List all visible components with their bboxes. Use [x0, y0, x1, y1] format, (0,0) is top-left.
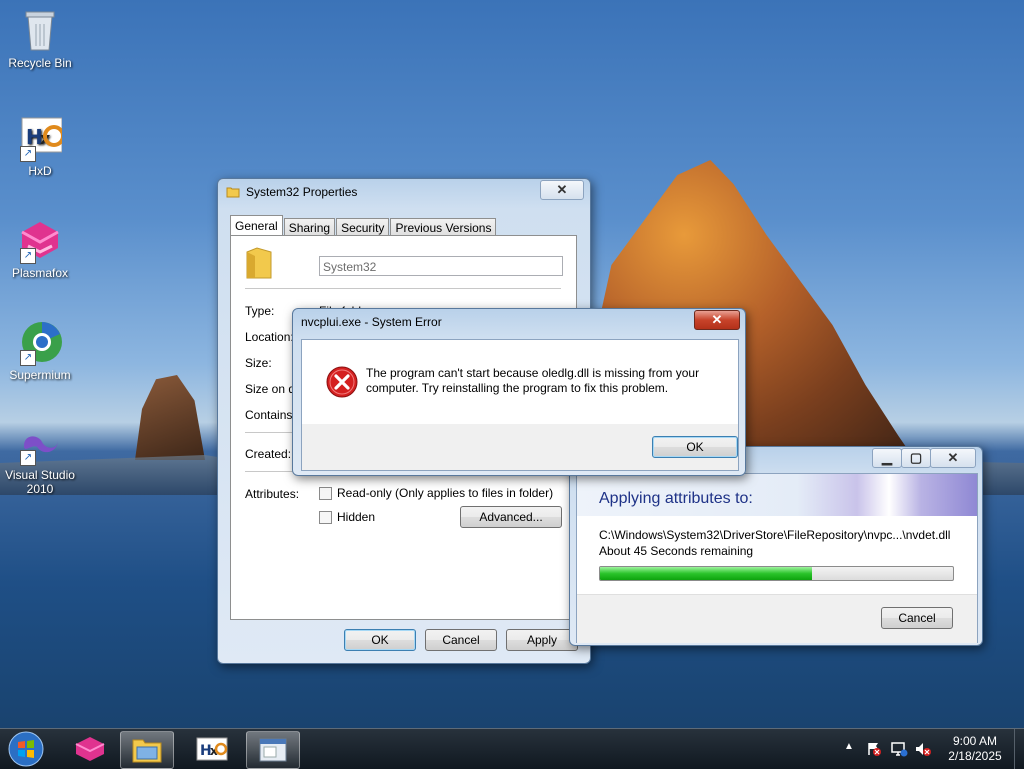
readonly-checkbox[interactable]: Read-only (Only applies to files in fold…	[319, 486, 554, 501]
cancel-button[interactable]: Cancel	[425, 629, 497, 651]
taskbar-properties-window[interactable]	[246, 731, 300, 769]
error-dialog: nvcplui.exe - System Error ✕ The program…	[292, 308, 746, 476]
start-button[interactable]	[6, 730, 46, 768]
desktop: Recycle Bin Hx ↗ HxD ↗ Plasmafox ↗ Super…	[0, 0, 1024, 728]
created-label: Created:	[245, 447, 292, 461]
small-rock	[135, 375, 205, 460]
desktop-icon-plasmafox[interactable]: ↗ Plasmafox	[0, 218, 80, 280]
desktop-icon-visual-studio[interactable]: ↗ Visual Studio 2010	[0, 428, 80, 496]
desktop-icon-supermium[interactable]: ↗ Supermium	[0, 320, 80, 382]
progress-heading: Applying attributes to:	[599, 490, 753, 507]
contains-label: Contains:	[245, 408, 296, 422]
minimize-icon[interactable]: ▁	[872, 448, 902, 468]
desktop-icon-label: HxD	[28, 164, 52, 178]
applying-attributes-window: ▁ ▢ ✕ Applying attributes to: C:\Windows…	[569, 446, 983, 646]
shortcut-arrow-icon: ↗	[20, 450, 36, 466]
clock-date: 2/18/2025	[948, 749, 1002, 763]
error-message: The program can't start because oledlg.d…	[366, 366, 700, 395]
desktop-icon-label: Supermium	[9, 368, 71, 382]
desktop-icon-label: Recycle Bin	[8, 56, 72, 70]
attributes-label: Attributes:	[245, 487, 300, 501]
properties-titlebar[interactable]: System32 Properties ✕	[218, 179, 590, 205]
desktop-icon-label: Plasmafox	[11, 266, 69, 280]
desktop-icon-hxd[interactable]: Hx ↗ HxD	[0, 116, 80, 178]
window-icon	[259, 738, 287, 762]
close-icon[interactable]: ✕	[694, 310, 740, 330]
progress-bar-fill	[600, 567, 812, 580]
clock-time: 9:00 AM	[952, 734, 998, 748]
close-icon[interactable]: ✕	[540, 180, 584, 200]
explorer-icon	[132, 739, 162, 763]
folder-large-icon	[245, 246, 273, 283]
show-hidden-icons[interactable]: ▲	[844, 741, 854, 752]
shortcut-arrow-icon: ↗	[20, 248, 36, 264]
taskbar: Hx ▲ 9:00 AM 2/18/2025	[0, 728, 1024, 769]
folder-icon	[226, 185, 240, 202]
shortcut-arrow-icon: ↗	[20, 350, 36, 366]
maximize-icon[interactable]: ▢	[901, 448, 931, 468]
location-label: Location:	[245, 330, 294, 344]
plasmafox-icon	[75, 737, 105, 761]
visual-studio-icon: ↗	[18, 428, 62, 466]
show-desktop-button[interactable]	[1014, 729, 1024, 769]
progress-path: C:\Windows\System32\DriverStore\FileRepo…	[599, 528, 951, 542]
ok-button[interactable]: OK	[344, 629, 416, 651]
volume-muted-icon[interactable]	[914, 741, 932, 760]
taskbar-explorer[interactable]	[120, 731, 174, 769]
properties-title: System32 Properties	[246, 185, 358, 199]
action-center-icon[interactable]	[866, 741, 882, 760]
time-remaining: About 45 Seconds remaining	[599, 544, 754, 558]
recycle-bin-icon	[18, 8, 62, 52]
close-icon[interactable]: ✕	[930, 448, 976, 468]
plasmafox-icon: ↗	[18, 218, 62, 264]
type-label: Type:	[245, 304, 275, 318]
hidden-checkbox[interactable]: Hidden	[319, 510, 376, 525]
size-label: Size:	[245, 356, 272, 370]
folder-name-field[interactable]: System32	[319, 256, 563, 276]
hxd-icon: Hx ↗	[18, 116, 65, 162]
taskbar-hxd[interactable]: Hx	[186, 731, 238, 767]
error-title: nvcplui.exe - System Error	[301, 315, 442, 329]
supermium-icon: ↗	[18, 320, 62, 366]
taskbar-plasmafox[interactable]	[64, 731, 116, 767]
clock[interactable]: 9:00 AM 2/18/2025	[940, 734, 1010, 764]
cancel-button[interactable]: Cancel	[881, 607, 953, 629]
network-icon[interactable]	[890, 741, 908, 760]
error-body: The program can't start because oledlg.d…	[301, 339, 739, 471]
divider	[245, 288, 561, 289]
progress-body: Applying attributes to: C:\Windows\Syste…	[576, 473, 978, 643]
desktop-icon-label: Visual Studio 2010	[5, 468, 75, 496]
hidden-label: Hidden	[337, 510, 376, 524]
desktop-icon-recycle-bin[interactable]: Recycle Bin	[0, 8, 80, 70]
hxd-icon: Hx	[196, 737, 228, 761]
checkbox-box[interactable]	[319, 487, 332, 501]
shortcut-arrow-icon: ↗	[20, 146, 36, 162]
apply-button[interactable]: Apply	[506, 629, 578, 651]
ok-button[interactable]: OK	[652, 436, 738, 458]
error-icon	[326, 366, 358, 401]
checkbox-box[interactable]	[319, 511, 332, 525]
error-titlebar[interactable]: nvcplui.exe - System Error ✕	[293, 309, 745, 335]
readonly-label: Read-only (Only applies to files in fold…	[337, 486, 554, 500]
progress-bar	[599, 566, 954, 581]
advanced-button[interactable]: Advanced...	[460, 506, 562, 528]
